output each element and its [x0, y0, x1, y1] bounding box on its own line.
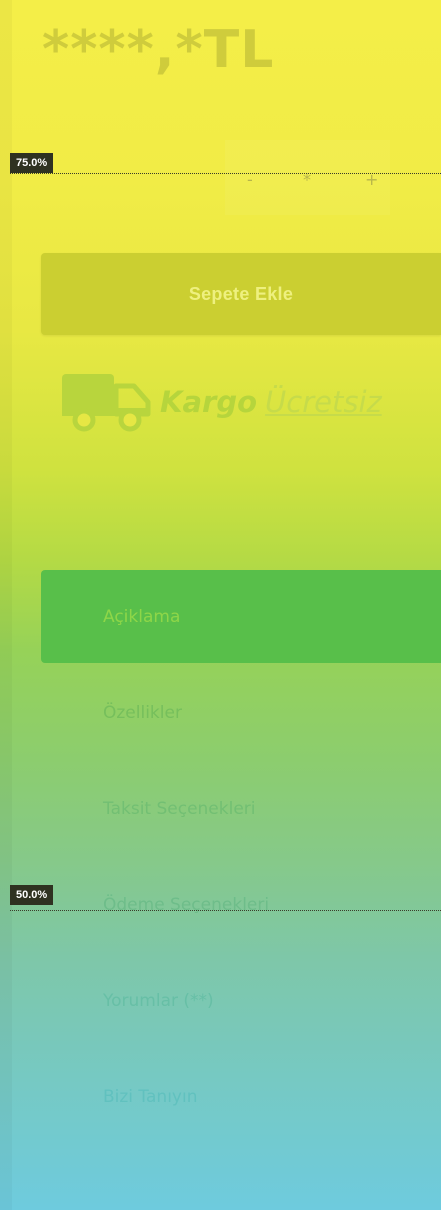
tab-reviews[interactable]: Yorumlar (**)	[41, 954, 441, 1047]
add-to-cart-button[interactable]: Sepete Ekle	[41, 253, 441, 335]
scroll-depth-line-50	[10, 910, 441, 911]
scroll-depth-marker-75: 75.0%	[10, 153, 54, 173]
tab-installments[interactable]: Taksit Seçenekleri	[41, 762, 441, 855]
truck-icon	[62, 374, 151, 432]
scroll-depth-marker-50: 50.0%	[10, 885, 54, 905]
shipping-label: Kargo	[160, 385, 258, 419]
product-price: ****,*TL	[42, 20, 275, 80]
tab-about-us[interactable]: Bizi Tanıyın	[41, 1050, 441, 1143]
free-shipping-banner: Kargo Ücretsiz	[60, 372, 382, 432]
shipping-free-link[interactable]: Ücretsiz	[265, 385, 382, 419]
scroll-depth-line-75	[10, 173, 441, 174]
tab-description[interactable]: Açiklama	[41, 570, 441, 663]
add-to-cart-label: Sepete Ekle	[188, 283, 294, 304]
left-edge	[0, 0, 12, 1210]
quantity-stepper[interactable]: - * +	[225, 140, 390, 215]
tab-payment-options[interactable]: Ödeme Seçenekleri	[41, 858, 441, 951]
tab-features[interactable]: Özellikler	[41, 666, 441, 759]
product-page: ****,*TL - * + 75.0% Sepete Ekle Kargo Ü…	[0, 0, 441, 1210]
